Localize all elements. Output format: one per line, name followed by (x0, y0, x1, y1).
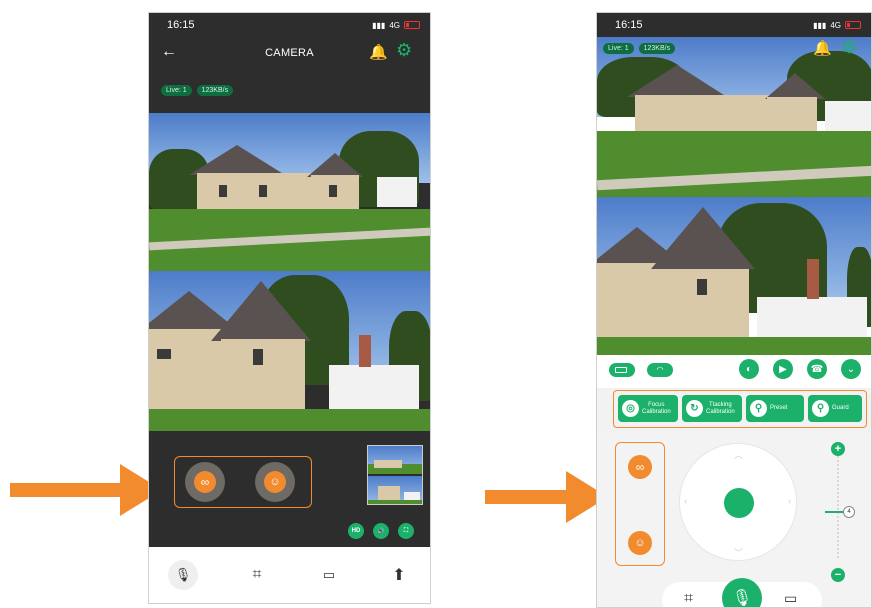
ptz-joystick[interactable]: ︿ ﹀ ‹ › (679, 443, 797, 561)
annotation-arrow-left (10, 483, 122, 497)
phone-screen-ptz: 16:15 ▮▮▮ 4G Live: 1 123KB/s 🔔 ⚙ ◠ ◐ ▶ ☎… (596, 12, 872, 608)
action-label: Preset (770, 405, 788, 411)
upload-icon[interactable]: ⬆ (379, 547, 419, 603)
chevron-right-icon[interactable]: › (788, 496, 791, 506)
camera-feed-2[interactable] (149, 271, 430, 431)
face-tracking-icon[interactable]: ☺ (628, 531, 652, 555)
nav-bar: ← CAMERA 🔔 ⚙ (149, 37, 430, 75)
preset-button[interactable]: ⚲ Preset (746, 395, 804, 422)
crop-icon[interactable]: ⌗ (237, 547, 277, 603)
video-record-icon[interactable]: ▭ (784, 590, 797, 607)
action-label-line1: Focus (648, 401, 665, 408)
ptz-control-area: ∞ ☺ ︿ ﹀ ‹ › + − 4 ⌗ 🎙 ▭ (597, 432, 871, 607)
network-type: 4G (830, 20, 841, 30)
hd-button[interactable]: HD (348, 523, 364, 539)
zoom-in-icon[interactable]: + (831, 442, 845, 456)
bottom-control-bar: ⌗ 🎙 ▭ (662, 578, 822, 607)
signal-icon: ▮▮▮ (372, 20, 386, 30)
bell-icon[interactable]: 🔔 (813, 39, 832, 57)
signal-icon: ▮▮▮ (813, 20, 827, 30)
link-icon[interactable]: ∞ (628, 455, 652, 479)
action-label-line2: Calibration (706, 408, 735, 415)
live-badge: Live: 1 (161, 85, 192, 96)
preset-icon: ⚲ (750, 400, 767, 417)
tracking-calibration-button[interactable]: ↻ Ttacking Calibration (682, 395, 742, 422)
guard-button[interactable]: ⚲ Guard (808, 395, 862, 422)
status-bar: 16:15 ▮▮▮ 4G (149, 13, 430, 37)
annotation-arrow-right (485, 490, 569, 504)
stream-badges: Live: 1 123KB/s (603, 43, 676, 54)
action-label: Guard (832, 405, 849, 411)
thumbnail-preview[interactable] (367, 445, 423, 505)
chevron-down-icon[interactable]: ⌄ (841, 359, 861, 379)
zoom-out-icon[interactable]: − (831, 568, 845, 582)
link-icon[interactable]: ∞ (185, 462, 225, 502)
playback-icon[interactable]: ▶ (773, 359, 793, 379)
camera-feed-1[interactable] (149, 113, 430, 271)
intercom-icon[interactable]: ☎ (807, 359, 827, 379)
speaker-icon[interactable]: 🔊 (373, 523, 389, 539)
camera-toolbar: ◠ ◐ ▶ ☎ ⌄ (597, 355, 871, 385)
bell-icon[interactable]: 🔔 (369, 43, 388, 61)
microphone-icon[interactable]: 🎙 (722, 578, 762, 607)
phone-screen-camera: 16:15 ▮▮▮ 4G ← CAMERA 🔔 ⚙ Live: 1 123KB/… (148, 12, 431, 604)
status-indicators: ▮▮▮ 4G (813, 21, 861, 30)
joystick-knob[interactable] (724, 488, 754, 518)
action-label-line1: Ttacking (709, 401, 732, 408)
zoom-slider-handle[interactable]: 4 (825, 506, 857, 518)
ptz-action-frame: ◎ Focus Calibration ↻ Ttacking Calibration… (613, 390, 867, 428)
status-bar: 16:15 ▮▮▮ 4G (597, 13, 871, 37)
chevron-up-icon[interactable]: ︿ (734, 448, 743, 461)
live-badge: Live: 1 (603, 43, 634, 54)
network-type: 4G (389, 20, 400, 30)
ptz-quick-controls: ∞ ☺ (174, 456, 312, 508)
ptz-action-row: ◎ Focus Calibration ↻ Ttacking Calibration… (597, 388, 871, 432)
microphone-icon[interactable]: 🎙 (163, 547, 203, 603)
location-pin-icon: ⚲ (812, 400, 829, 417)
focus-calibration-button[interactable]: ◎ Focus Calibration (618, 395, 678, 422)
zoom-level: 4 (843, 506, 855, 518)
chevron-left-icon[interactable]: ‹ (684, 496, 687, 506)
battery-icon (404, 21, 420, 29)
wifi-icon: ◠ (647, 363, 673, 377)
camera-feed-2[interactable] (597, 197, 871, 355)
face-tracking-icon[interactable]: ☺ (255, 462, 295, 502)
status-time: 16:15 (167, 19, 195, 31)
battery-icon (845, 21, 861, 29)
speed-badge: 123KB/s (638, 43, 676, 54)
stream-badges: Live: 1 123KB/s (161, 85, 234, 96)
status-indicators: ▮▮▮ 4G (372, 21, 420, 30)
status-time: 16:15 (615, 19, 643, 31)
action-label-line2: Calibration (642, 408, 671, 415)
fullscreen-icon[interactable]: ⛶ (398, 523, 414, 539)
night-vision-icon[interactable]: ◐ (739, 359, 759, 379)
gear-icon[interactable]: ⚙ (396, 40, 412, 61)
gear-icon[interactable]: ⚙ (841, 37, 857, 58)
crop-icon[interactable]: ⌗ (684, 590, 693, 607)
speed-badge: 123KB/s (196, 85, 234, 96)
video-record-icon[interactable]: ▭ (309, 547, 349, 603)
battery-status-icon (609, 363, 635, 377)
refresh-icon: ↻ (686, 400, 703, 417)
ptz-quick-controls: ∞ ☺ (615, 442, 665, 566)
focus-icon: ◎ (622, 400, 639, 417)
bottom-tab-bar: 🎙 ⌗ ▭ ⬆ (149, 547, 430, 603)
chevron-down-icon[interactable]: ﹀ (734, 546, 743, 559)
camera-feed-1[interactable] (597, 37, 871, 197)
